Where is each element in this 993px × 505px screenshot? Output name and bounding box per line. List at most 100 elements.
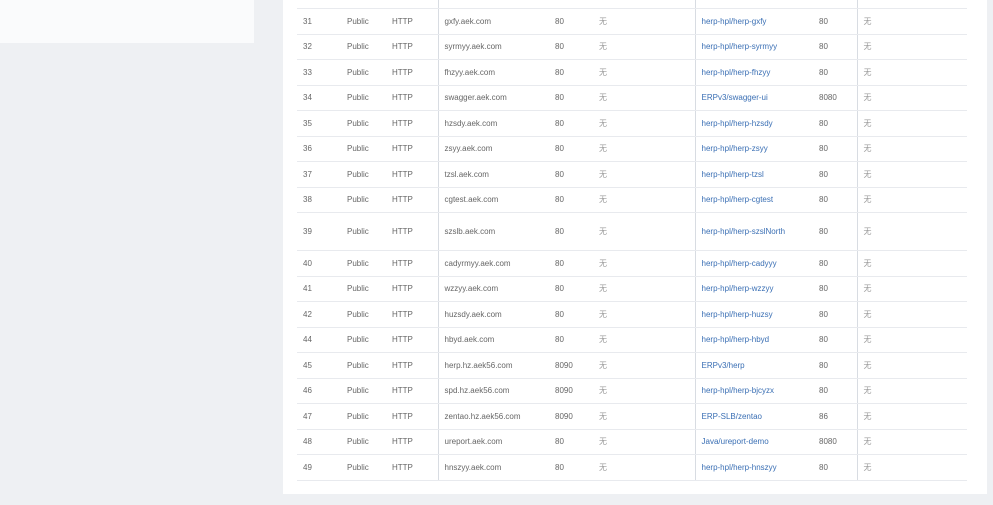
- note-cell: 无: [857, 161, 967, 188]
- domain-cell: cadyrmyy.aek.com: [438, 250, 549, 277]
- certificate-cell: 无: [593, 403, 696, 430]
- port-cell: 80: [549, 276, 593, 302]
- domain-cell: ureport.aek.com: [438, 429, 549, 455]
- note-cell: 无: [857, 352, 967, 379]
- protocol-cell: HTTP: [386, 454, 439, 481]
- port-cell: 8090: [549, 352, 593, 379]
- port-cell: 8090: [549, 403, 593, 430]
- target-port-cell: 86: [813, 403, 858, 430]
- target-link[interactable]: herp-hpl/herp-cadyyy: [695, 250, 813, 277]
- scope-cell: Public: [341, 136, 386, 162]
- table-row-partial: [297, 0, 967, 9]
- protocol-cell: HTTP: [386, 85, 439, 111]
- port-cell: 80: [549, 301, 593, 328]
- row-number-cell: 42: [297, 301, 341, 328]
- row-number-cell: 39: [297, 212, 341, 251]
- protocol-cell: HTTP: [386, 110, 439, 137]
- target-port-cell: 80: [813, 8, 858, 35]
- port-cell: 80: [549, 110, 593, 137]
- domain-cell: gxfy.aek.com: [438, 8, 549, 35]
- target-port-cell: 80: [813, 59, 858, 86]
- scope-cell: Public: [341, 454, 386, 481]
- certificate-cell: 无: [593, 301, 696, 328]
- note-cell: 无: [857, 8, 967, 35]
- target-port-cell: 8080: [813, 429, 858, 455]
- target-link[interactable]: herp-hpl/herp-cgtest: [695, 187, 813, 213]
- certificate-cell: 无: [593, 85, 696, 111]
- port-cell: 80: [549, 34, 593, 60]
- port-cell: 80: [549, 187, 593, 213]
- note-cell: 无: [857, 327, 967, 353]
- note-cell: 无: [857, 34, 967, 60]
- target-link[interactable]: herp-hpl/herp-bjcyzx: [695, 378, 813, 404]
- cell: [813, 0, 858, 9]
- scope-cell: Public: [341, 187, 386, 213]
- row-number-cell: 47: [297, 403, 341, 430]
- row-number-cell: 45: [297, 352, 341, 379]
- note-cell: 无: [857, 276, 967, 302]
- certificate-cell: 无: [593, 250, 696, 277]
- sidebar-card: [0, 0, 254, 43]
- cell: [386, 0, 439, 9]
- certificate-cell: 无: [593, 187, 696, 213]
- scope-cell: Public: [341, 378, 386, 404]
- domain-cell: tzsl.aek.com: [438, 161, 549, 188]
- certificate-cell: 无: [593, 161, 696, 188]
- target-link[interactable]: herp-hpl/herp-syrmyy: [695, 34, 813, 60]
- target-link[interactable]: herp-hpl/herp-gxfy: [695, 8, 813, 35]
- domain-cell: huzsdy.aek.com: [438, 301, 549, 328]
- port-cell: 80: [549, 8, 593, 35]
- protocol-cell: HTTP: [386, 136, 439, 162]
- target-link[interactable]: ERPv3/herp: [695, 352, 813, 379]
- domain-cell: syrmyy.aek.com: [438, 34, 549, 60]
- protocol-cell: HTTP: [386, 59, 439, 86]
- target-link[interactable]: herp-hpl/herp-szslNorth: [695, 212, 813, 251]
- scope-cell: Public: [341, 85, 386, 111]
- scope-cell: Public: [341, 429, 386, 455]
- row-number-cell: 49: [297, 454, 341, 481]
- target-link[interactable]: herp-hpl/herp-hbyd: [695, 327, 813, 353]
- row-number-cell: 35: [297, 110, 341, 137]
- protocol-cell: HTTP: [386, 8, 439, 35]
- row-number-cell: 32: [297, 34, 341, 60]
- target-link[interactable]: herp-hpl/herp-hnszyy: [695, 454, 813, 481]
- table-row: 32 Public HTTP syrmyy.aek.com 80 无 herp-hpl/he…: [297, 34, 967, 60]
- target-link[interactable]: Java/ureport-demo: [695, 429, 813, 455]
- target-port-cell: 80: [813, 276, 858, 302]
- target-port-cell: 80: [813, 110, 858, 137]
- certificate-cell: 无: [593, 276, 696, 302]
- certificate-cell: 无: [593, 59, 696, 86]
- target-port-cell: 80: [813, 454, 858, 481]
- scope-cell: Public: [341, 403, 386, 430]
- protocol-cell: HTTP: [386, 161, 439, 188]
- note-cell: 无: [857, 301, 967, 328]
- port-cell: 80: [549, 136, 593, 162]
- protocol-cell: HTTP: [386, 187, 439, 213]
- domain-cell: hzsdy.aek.com: [438, 110, 549, 137]
- domain-cell: zentao.hz.aek56.com: [438, 403, 549, 430]
- target-link[interactable]: herp-hpl/herp-huzsy: [695, 301, 813, 328]
- scope-cell: Public: [341, 161, 386, 188]
- target-link[interactable]: ERP-SLB/zentao: [695, 403, 813, 430]
- target-link[interactable]: herp-hpl/herp-hzsdy: [695, 110, 813, 137]
- port-cell: 80: [549, 250, 593, 277]
- certificate-cell: 无: [593, 136, 696, 162]
- target-link[interactable]: herp-hpl/herp-fhzyy: [695, 59, 813, 86]
- cell: [857, 0, 967, 9]
- note-cell: 无: [857, 136, 967, 162]
- note-cell: 无: [857, 187, 967, 213]
- table-row: 42 Public HTTP huzsdy.aek.com 80 无 herp-hpl/he…: [297, 301, 967, 328]
- target-link[interactable]: herp-hpl/herp-zsyy: [695, 136, 813, 162]
- domain-cell: spd.hz.aek56.com: [438, 378, 549, 404]
- certificate-cell: 无: [593, 110, 696, 137]
- scope-cell: Public: [341, 110, 386, 137]
- cell: [438, 0, 549, 9]
- target-link[interactable]: herp-hpl/herp-tzsl: [695, 161, 813, 188]
- table-row: 31 Public HTTP gxfy.aek.com 80 无 herp-hpl/herp…: [297, 8, 967, 35]
- scope-cell: Public: [341, 276, 386, 302]
- target-link[interactable]: herp-hpl/herp-wzzyy: [695, 276, 813, 302]
- protocol-cell: HTTP: [386, 276, 439, 302]
- scope-cell: Public: [341, 327, 386, 353]
- target-link[interactable]: ERPv3/swagger-ui: [695, 85, 813, 111]
- scope-cell: Public: [341, 34, 386, 60]
